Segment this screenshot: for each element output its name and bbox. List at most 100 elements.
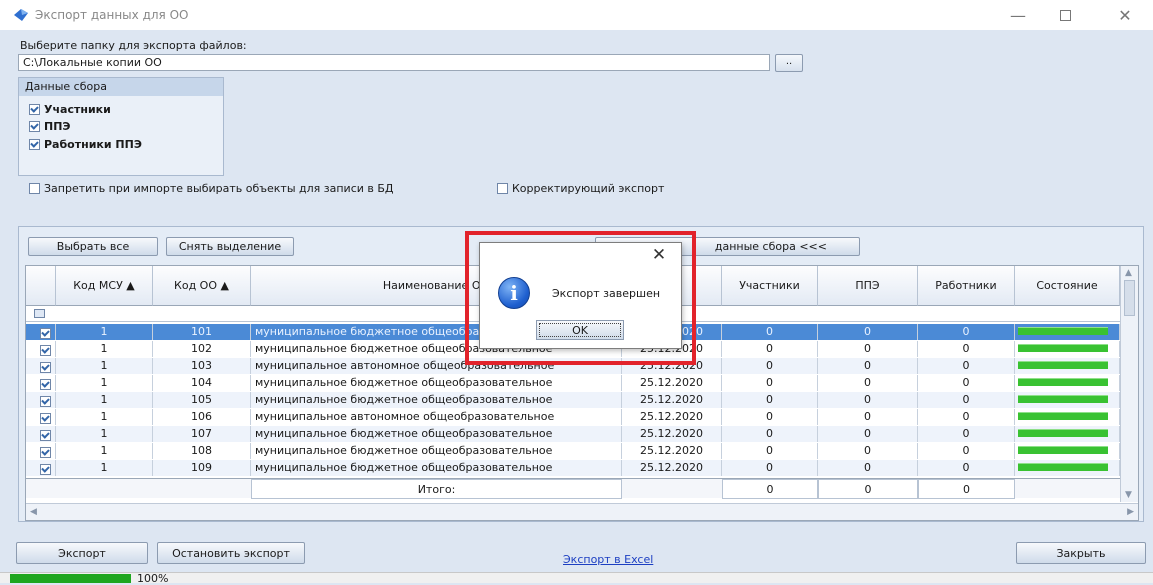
export-progress-bar	[10, 574, 131, 583]
checkbox-checked-icon[interactable]	[29, 138, 40, 150]
scroll-up-icon[interactable]: ▲	[1125, 268, 1132, 278]
row-checkbox-icon[interactable]	[39, 345, 51, 356]
export-button[interactable]: Экспорт	[16, 542, 148, 564]
checkbox-ppe-workers[interactable]: Работники ППЭ	[29, 136, 142, 152]
cell-oo-code: 105	[153, 392, 251, 408]
header-ppe[interactable]: ППЭ	[818, 266, 918, 306]
row-checkbox-cell	[26, 409, 56, 425]
table-row[interactable]: 1 104 муниципальное бюджетное общеобразова…	[26, 375, 1120, 391]
row-checkbox-icon[interactable]	[39, 447, 51, 458]
cell-date: 25.12.2020	[622, 409, 722, 425]
window-close-button[interactable]: ✕	[1105, 3, 1145, 27]
table-row[interactable]: 1 106 муниципальное автономное общеобразов…	[26, 409, 1120, 425]
table-row[interactable]: 1 109 муниципальное бюджетное общеобразова…	[26, 460, 1120, 476]
header-msu-code[interactable]: Код МСУ ▲	[56, 266, 153, 306]
cell-workers: 0	[918, 341, 1015, 357]
row-checkbox-icon[interactable]	[39, 413, 51, 424]
scroll-right-icon[interactable]: ▶	[1127, 507, 1134, 517]
select-all-button[interactable]: Выбрать все	[28, 237, 158, 256]
cell-participants: 0	[722, 341, 818, 357]
state-progress-bar	[1018, 378, 1108, 386]
cell-oo-code: 104	[153, 375, 251, 391]
row-checkbox-icon[interactable]	[39, 328, 51, 339]
cell-oo-name: муниципальное бюджетное общеобразователь…	[251, 375, 622, 391]
export-excel-link[interactable]: Экспорт в Excel	[563, 553, 653, 566]
header-participants[interactable]: Участники	[722, 266, 818, 306]
state-progress-bar	[1018, 344, 1108, 352]
cell-ppe: 0	[818, 460, 918, 476]
table-row[interactable]: 1 107 муниципальное бюджетное общеобразова…	[26, 426, 1120, 442]
checkbox-checked-icon[interactable]	[29, 103, 40, 115]
cell-workers: 0	[918, 443, 1015, 459]
cell-participants: 0	[722, 460, 818, 476]
header-select	[26, 266, 56, 306]
cell-participants: 0	[722, 358, 818, 374]
cell-oo-name: муниципальное бюджетное общеобразователь…	[251, 426, 622, 442]
cell-ppe: 0	[818, 341, 918, 357]
checkbox-forbid-import-selection[interactable]: Запретить при импорте выбирать объекты д…	[29, 180, 394, 196]
cell-participants: 0	[722, 375, 818, 391]
checkbox-label: ППЭ	[44, 119, 71, 133]
header-oo-code[interactable]: Код ОО ▲	[153, 266, 251, 306]
cell-workers: 0	[918, 358, 1015, 374]
cell-state	[1015, 392, 1120, 408]
row-checkbox-icon[interactable]	[39, 464, 51, 475]
row-checkbox-cell	[26, 392, 56, 408]
cell-workers: 0	[918, 375, 1015, 391]
table-row[interactable]: 1 108 муниципальное бюджетное общеобразова…	[26, 443, 1120, 459]
vertical-scrollbar[interactable]: ▲ ▼	[1120, 266, 1138, 502]
cell-date: 25.12.2020	[622, 460, 722, 476]
scroll-down-icon[interactable]: ▼	[1125, 490, 1132, 500]
collection-data-group-title: Данные сбора	[19, 78, 223, 96]
scrollbar-thumb[interactable]	[1124, 280, 1135, 316]
checkbox-ppe[interactable]: ППЭ	[29, 118, 71, 134]
row-checkbox-icon[interactable]	[39, 396, 51, 407]
row-checkbox-icon[interactable]	[39, 379, 51, 390]
cell-workers: 0	[918, 392, 1015, 408]
filter-icon[interactable]	[34, 309, 45, 318]
cell-date: 25.12.2020	[622, 392, 722, 408]
cell-date: 25.12.2020	[622, 443, 722, 459]
stop-export-button[interactable]: Остановить экспорт	[157, 542, 305, 564]
cell-ppe: 0	[818, 392, 918, 408]
total-ppe: 0	[818, 479, 918, 499]
cell-oo-code: 107	[153, 426, 251, 442]
row-checkbox-icon[interactable]	[39, 362, 51, 373]
checkbox-label: Корректирующий экспорт	[512, 181, 665, 195]
cell-oo-code: 103	[153, 358, 251, 374]
deselect-button[interactable]: Снять выделение	[166, 237, 294, 256]
total-label: Итого:	[251, 479, 622, 499]
cell-msu-code: 1	[56, 426, 153, 442]
total-participants: 0	[722, 479, 818, 499]
cell-ppe: 0	[818, 443, 918, 459]
header-state[interactable]: Состояние	[1015, 266, 1120, 306]
table-row[interactable]: 1 105 муниципальное бюджетное общеобразова…	[26, 392, 1120, 408]
minimize-button[interactable]: —	[998, 3, 1038, 27]
browse-folder-button[interactable]: ..	[775, 54, 803, 72]
cell-participants: 0	[722, 426, 818, 442]
highlight-box	[465, 231, 696, 365]
folder-path-input[interactable]: C:\Локальные копии ОО	[18, 54, 770, 71]
horizontal-scrollbar[interactable]: ◀ ▶	[26, 503, 1138, 520]
cell-oo-code: 101	[153, 324, 251, 340]
scroll-left-icon[interactable]: ◀	[30, 507, 37, 517]
row-checkbox-cell	[26, 460, 56, 476]
maximize-button[interactable]	[1045, 3, 1085, 27]
cell-oo-code: 108	[153, 443, 251, 459]
state-progress-bar	[1018, 463, 1108, 471]
header-workers[interactable]: Работники	[918, 266, 1015, 306]
checkbox-unchecked-icon[interactable]	[29, 182, 40, 194]
state-progress-bar	[1018, 395, 1108, 403]
cell-msu-code: 1	[56, 409, 153, 425]
cell-date: 25.12.2020	[622, 375, 722, 391]
checkbox-participants[interactable]: Участники	[29, 101, 111, 117]
checkbox-correcting-export[interactable]: Корректирующий экспорт	[497, 180, 664, 196]
state-progress-bar	[1018, 412, 1108, 420]
checkbox-unchecked-icon[interactable]	[497, 182, 508, 194]
checkbox-checked-icon[interactable]	[29, 120, 40, 132]
close-button[interactable]: Закрыть	[1016, 542, 1146, 564]
total-workers: 0	[918, 479, 1015, 499]
row-checkbox-icon[interactable]	[39, 430, 51, 441]
row-checkbox-cell	[26, 341, 56, 357]
state-progress-bar	[1018, 429, 1108, 437]
